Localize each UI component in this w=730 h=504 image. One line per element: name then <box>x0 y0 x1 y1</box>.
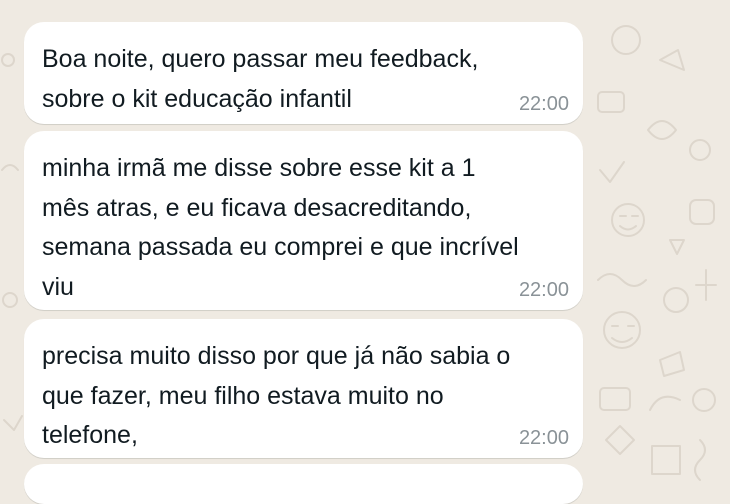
message-timestamp: 22:00 <box>518 427 569 449</box>
message-text: precisa muito disso por que já não sabia… <box>42 342 511 449</box>
message-bubble[interactable]: precisa muito disso por que já não sabia… <box>24 319 583 458</box>
message-bubble[interactable]: Boa noite, quero passar meu feedback, so… <box>24 22 583 124</box>
message-text: minha irmã me disse sobre esse kit a 1 m… <box>42 154 519 301</box>
message-timestamp: 22:00 <box>518 279 569 301</box>
message-timestamp: 22:00 <box>518 93 569 115</box>
message-bubble-partial[interactable] <box>24 464 583 504</box>
message-text: Boa noite, quero passar meu feedback, so… <box>42 45 479 113</box>
message-bubble[interactable]: minha irmã me disse sobre esse kit a 1 m… <box>24 131 583 310</box>
